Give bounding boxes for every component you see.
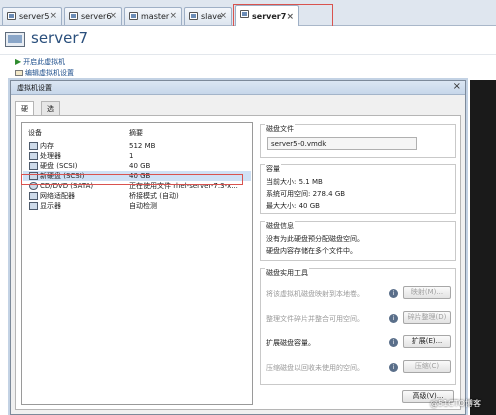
group-title: 磁盘实用工具 [265, 268, 309, 278]
disk-info-group: 磁盘信息 没有为此硬盘预分配磁盘空间。 硬盘内容存储在多个文件中。 [260, 221, 456, 261]
tab-label: master [141, 12, 170, 21]
compact-description: 压缩磁盘以回收未使用的空间。 [266, 364, 364, 372]
device-name: 硬盘 (SCSI) [40, 162, 78, 170]
processor-icon [29, 152, 38, 160]
defrag-description: 整理文件碎片并整合可用空间。 [266, 315, 364, 323]
group-title: 磁盘信息 [265, 221, 295, 231]
vm-title: server7 [31, 29, 89, 47]
tab-master[interactable]: master × [124, 7, 182, 25]
device-row-network-adapter[interactable]: 网络适配器 桥接模式 (自动) [23, 191, 251, 201]
tab-server6[interactable]: server6 × [64, 7, 122, 25]
close-icon[interactable]: × [109, 8, 117, 25]
device-name: 显示器 [40, 202, 61, 210]
vm-icon [5, 32, 25, 47]
start-vm-link[interactable]: ▶ 开启此虚拟机 [15, 57, 65, 67]
highlight-box [233, 4, 333, 27]
info-icon: i [389, 314, 398, 323]
disk-file-field[interactable]: server5-0.vmdk [267, 137, 417, 150]
device-row-processor[interactable]: 处理器 1 [23, 151, 251, 161]
tab-server5[interactable]: server5 × [2, 7, 62, 25]
device-list[interactable]: 设备 摘要 内存 512 MB 处理器 1 硬盘 (SCSI) 40 GB 新硬… [21, 122, 253, 405]
network-adapter-icon [29, 192, 38, 200]
device-name: 处理器 [40, 152, 61, 160]
defragment-button[interactable]: 碎片整理(D) [403, 311, 451, 324]
background-edge [470, 80, 496, 415]
device-summary: 桥接模式 (自动) [129, 192, 179, 200]
expand-description: 扩展磁盘容量。 [266, 339, 315, 347]
disk-info-line: 没有为此硬盘预分配磁盘空间。 [266, 235, 364, 243]
group-title: 磁盘文件 [265, 124, 295, 134]
column-header-device: 设备 [28, 129, 42, 137]
close-icon[interactable]: × [219, 8, 227, 25]
play-icon: ▶ [15, 57, 22, 66]
device-row-memory[interactable]: 内存 512 MB [23, 141, 251, 151]
close-icon[interactable]: × [49, 8, 57, 25]
display-icon [29, 202, 38, 210]
dialog-titlebar[interactable]: 虚拟机设置 × [11, 81, 465, 95]
vm-icon [189, 12, 198, 20]
available-space: 系统可用空间: 278.4 GB [266, 190, 346, 198]
disk-utilities-group: 磁盘实用工具 将该虚拟机磁盘映射到本地卷。 i 映射(M)... 整理文件碎片并… [260, 268, 456, 385]
watermark: @51CTO博客 [430, 399, 481, 408]
capacity-group: 容量 当前大小: 5.1 MB 系统可用空间: 278.4 GB 最大大小: 4… [260, 164, 456, 214]
close-icon[interactable]: × [169, 8, 177, 25]
expand-button[interactable]: 扩展(E)... [403, 335, 451, 348]
device-name: 内存 [40, 142, 54, 150]
device-name: 网络适配器 [40, 192, 75, 200]
info-icon: i [389, 289, 398, 298]
start-vm-label: 开启此虚拟机 [23, 58, 66, 66]
info-icon: i [389, 363, 398, 372]
map-button[interactable]: 映射(M)... [403, 286, 451, 299]
info-icon: i [389, 338, 398, 347]
edit-vm-label: 编辑虚拟机设置 [25, 69, 74, 77]
hard-disk-icon [29, 162, 38, 170]
compact-button[interactable]: 压缩(C) [403, 360, 451, 373]
disk-info-line: 硬盘内容存储在多个文件中。 [266, 247, 357, 255]
device-summary: 512 MB [129, 142, 156, 150]
device-row-display[interactable]: 显示器 自动检测 [23, 201, 251, 211]
vm-icon [7, 12, 16, 20]
tab-bar: server5 × server6 × master × slave × ser… [0, 0, 496, 27]
tab-label: server5 [19, 12, 50, 21]
device-summary: 自动检测 [129, 202, 157, 210]
device-row-hard-disk[interactable]: 硬盘 (SCSI) 40 GB [23, 161, 251, 171]
divider [0, 54, 496, 55]
column-header-summary: 摘要 [129, 129, 143, 137]
current-size: 当前大小: 5.1 MB [266, 178, 323, 186]
dialog-body: 设备 摘要 内存 512 MB 处理器 1 硬盘 (SCSI) 40 GB 新硬… [15, 115, 461, 410]
tab-options[interactable]: 选项 [41, 101, 60, 127]
edit-vm-settings-link[interactable]: 编辑虚拟机设置 [15, 68, 74, 78]
group-title: 容量 [265, 164, 281, 174]
vm-header: server7 ▶ 开启此虚拟机 编辑虚拟机设置 [0, 26, 496, 86]
vm-icon [129, 12, 138, 20]
vm-settings-dialog: 虚拟机设置 × 硬件 选项 设备 摘要 内存 512 MB 处理器 1 硬盘 (… [10, 80, 466, 415]
max-size: 最大大小: 40 GB [266, 202, 320, 210]
settings-icon [15, 70, 23, 76]
device-summary: 40 GB [129, 162, 151, 170]
tab-label: server6 [81, 12, 112, 21]
device-summary: 1 [129, 152, 134, 160]
close-icon[interactable]: × [453, 81, 461, 92]
tab-slave[interactable]: slave × [184, 7, 232, 25]
tab-hardware[interactable]: 硬件 [15, 101, 34, 127]
memory-icon [29, 142, 38, 150]
selection-highlight-box [21, 174, 243, 185]
dialog-title: 虚拟机设置 [17, 84, 52, 92]
disk-file-group: 磁盘文件 server5-0.vmdk [260, 124, 456, 158]
vm-icon [69, 12, 78, 20]
map-description: 将该虚拟机磁盘映射到本地卷。 [266, 290, 364, 298]
